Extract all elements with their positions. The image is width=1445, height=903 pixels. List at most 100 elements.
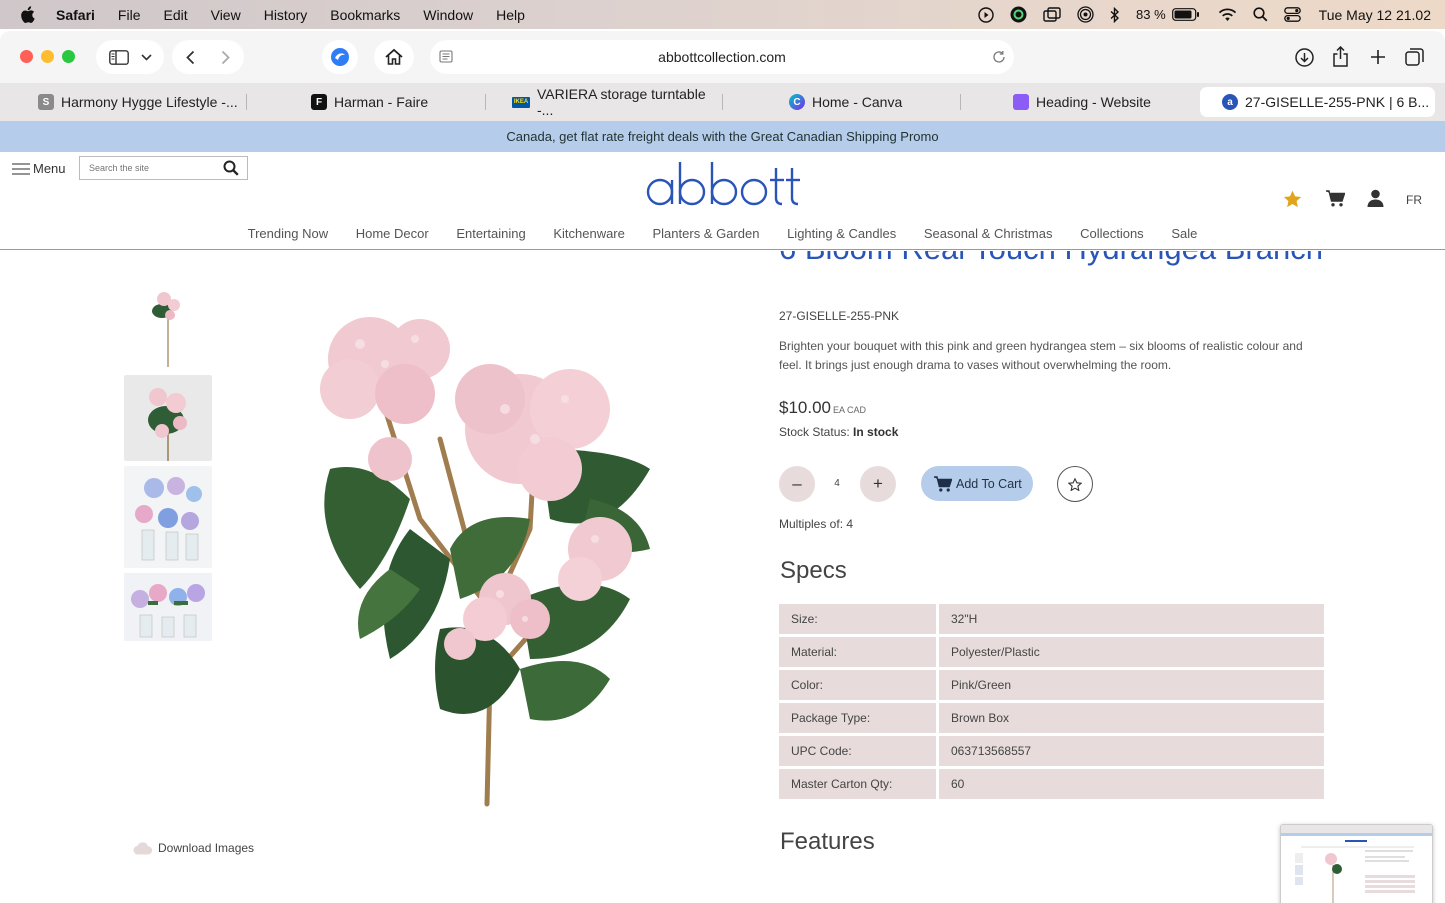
play-icon[interactable] xyxy=(978,6,994,23)
forward-arrow-icon[interactable] xyxy=(221,50,230,65)
menubar-bookmarks[interactable]: Bookmarks xyxy=(330,7,400,23)
spec-value: 32"H xyxy=(939,604,1324,634)
product-thumbnail[interactable] xyxy=(124,466,212,568)
star-outline-icon xyxy=(1068,477,1082,491)
airdrop-icon[interactable] xyxy=(1077,6,1094,23)
downloads-icon[interactable] xyxy=(1295,48,1314,67)
home-button[interactable] xyxy=(374,40,414,74)
nav-trending-now[interactable]: Trending Now xyxy=(248,226,328,241)
window-switch-icon[interactable] xyxy=(1043,7,1061,22)
menubar-history[interactable]: History xyxy=(264,7,308,23)
product-thumbnail[interactable] xyxy=(124,573,212,641)
quantity-increase-button[interactable]: + xyxy=(860,466,896,502)
spec-label: UPC Code: xyxy=(779,736,936,766)
hamburger-icon xyxy=(12,162,30,175)
close-window-button[interactable] xyxy=(20,50,33,63)
tab-title: Harmony Hygge Lifestyle -... xyxy=(61,94,238,110)
spec-value: Pink/Green xyxy=(939,670,1324,700)
nav-home-decor[interactable]: Home Decor xyxy=(356,226,429,241)
product-sku: 27-GISELLE-255-PNK xyxy=(779,309,900,323)
tab-title: Heading - Website xyxy=(1036,94,1151,110)
spec-row: Size: 32"H xyxy=(779,604,1324,634)
share-icon[interactable] xyxy=(1332,46,1349,67)
product-price: $10.00 EA CAD xyxy=(779,398,866,418)
nav-planters-garden[interactable]: Planters & Garden xyxy=(653,226,760,241)
tab-harman-faire[interactable]: F Harman - Faire xyxy=(303,87,483,117)
promo-banner[interactable]: Canada, get flat rate freight deals with… xyxy=(0,121,1445,152)
menubar-edit[interactable]: Edit xyxy=(163,7,187,23)
wishlist-star-icon[interactable] xyxy=(1283,190,1302,208)
tab-title: Harman - Faire xyxy=(334,94,429,110)
download-images-link[interactable]: Download Images xyxy=(133,841,254,855)
spec-value: 60 xyxy=(939,769,1324,799)
extension-button[interactable] xyxy=(322,40,358,74)
control-center-icon[interactable] xyxy=(1283,7,1301,22)
spec-label: Material: xyxy=(779,637,936,667)
menubar-clock[interactable]: Tue May 12 21.02 xyxy=(1319,7,1431,23)
nav-kitchenware[interactable]: Kitchenware xyxy=(553,226,625,241)
nav-collections[interactable]: Collections xyxy=(1080,226,1144,241)
spec-value: 063713568557 xyxy=(939,736,1324,766)
tab-giselle-product[interactable]: a 27-GISELLE-255-PNK | 6 B... xyxy=(1200,87,1435,117)
menubar-app-name[interactable]: Safari xyxy=(56,7,95,23)
language-toggle[interactable]: FR xyxy=(1406,193,1422,207)
wifi-icon[interactable] xyxy=(1218,8,1237,22)
nav-seasonal-christmas[interactable]: Seasonal & Christmas xyxy=(924,226,1053,241)
site-search xyxy=(79,156,248,180)
spec-label: Size: xyxy=(779,604,936,634)
menubar-window[interactable]: Window xyxy=(423,7,473,23)
search-icon[interactable] xyxy=(223,160,239,181)
screenshot-thumbnail-preview[interactable] xyxy=(1280,824,1433,903)
nav-lighting-candles[interactable]: Lighting & Candles xyxy=(787,226,896,241)
spec-label: Master Carton Qty: xyxy=(779,769,936,799)
site-search-input[interactable] xyxy=(80,157,215,179)
grammarly-icon[interactable] xyxy=(1010,6,1027,23)
safari-window: abbottcollection.com S Harmony Hygge Lif… xyxy=(0,31,1445,903)
product-main-image[interactable] xyxy=(290,299,670,809)
history-nav-group xyxy=(172,40,244,74)
minimize-window-button[interactable] xyxy=(41,50,54,63)
battery-icon[interactable] xyxy=(1171,8,1200,21)
tab-ikea-variera[interactable]: IKEA VARIERA storage turntable -... xyxy=(504,86,719,118)
shopping-cart-icon[interactable] xyxy=(1326,190,1345,207)
reload-icon[interactable] xyxy=(992,50,1006,64)
add-to-wishlist-button[interactable] xyxy=(1057,466,1093,502)
quantity-input[interactable]: 4 xyxy=(822,478,852,489)
menu-button[interactable]: Menu xyxy=(12,161,66,176)
menubar-view[interactable]: View xyxy=(211,7,241,23)
spec-label: Package Type: xyxy=(779,703,936,733)
menubar-file[interactable]: File xyxy=(118,7,141,23)
menubar-help[interactable]: Help xyxy=(496,7,525,23)
chevron-down-icon[interactable] xyxy=(140,53,152,61)
tab-overview-icon[interactable] xyxy=(1405,48,1424,66)
new-tab-icon[interactable] xyxy=(1370,49,1386,65)
account-icon[interactable] xyxy=(1367,189,1384,207)
price-value: $10.00 xyxy=(779,398,831,417)
abbott-logo[interactable] xyxy=(642,158,802,210)
zoom-window-button[interactable] xyxy=(62,50,75,63)
product-thumbnail[interactable] xyxy=(124,281,212,369)
tab-harmony-hygge[interactable]: S Harmony Hygge Lifestyle -... xyxy=(30,87,245,117)
tab-title: Home - Canva xyxy=(812,94,903,110)
features-heading: Features xyxy=(780,828,875,855)
order-multiples: Multiples of: 4 xyxy=(779,517,854,531)
product-thumbnail[interactable] xyxy=(124,375,212,461)
spec-row: Package Type: Brown Box xyxy=(779,703,1324,733)
address-bar[interactable]: abbottcollection.com xyxy=(430,40,1014,74)
nav-sale[interactable]: Sale xyxy=(1171,226,1197,241)
nav-entertaining[interactable]: Entertaining xyxy=(456,226,525,241)
tab-favicon-icon: S xyxy=(38,94,54,110)
spotlight-search-icon[interactable] xyxy=(1253,7,1268,22)
battery-percent: 83 % xyxy=(1136,7,1166,22)
spec-value: Polyester/Plastic xyxy=(939,637,1324,667)
bluetooth-icon[interactable] xyxy=(1110,6,1120,23)
tab-canva-home[interactable]: C Home - Canva xyxy=(781,87,956,117)
back-arrow-icon[interactable] xyxy=(186,50,195,65)
quantity-decrease-button[interactable]: – xyxy=(779,466,815,502)
tab-heading-website[interactable]: Heading - Website xyxy=(1005,87,1185,117)
sidebar-icon[interactable] xyxy=(108,49,129,65)
apple-icon[interactable] xyxy=(20,6,38,24)
add-to-cart-button[interactable]: Add To Cart xyxy=(921,466,1033,501)
download-images-label: Download Images xyxy=(158,841,255,855)
tab-favicon-icon: C xyxy=(789,94,805,110)
